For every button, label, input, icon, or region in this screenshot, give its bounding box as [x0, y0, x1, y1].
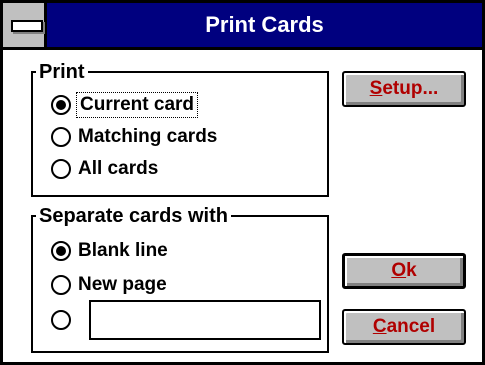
- setup-label: etup...: [382, 78, 439, 99]
- radio-blank-line[interactable]: Blank line: [51, 237, 168, 265]
- setup-button[interactable]: Setup...: [342, 71, 466, 107]
- ok-label: k: [406, 260, 417, 281]
- ok-mnemonic: O: [391, 260, 407, 281]
- print-group-legend: Print: [36, 61, 88, 83]
- radio-label: Matching cards: [78, 126, 218, 147]
- cancel-mnemonic: C: [372, 316, 387, 337]
- radio-icon: [51, 310, 71, 330]
- system-menu-bar-glyph: [11, 20, 43, 32]
- radio-label: Current card: [75, 92, 199, 118]
- radio-current-card[interactable]: Current card: [51, 91, 199, 119]
- separate-group-legend: Separate cards with: [36, 205, 231, 227]
- radio-label: New page: [78, 274, 167, 295]
- radio-icon: [51, 95, 71, 115]
- cancel-button[interactable]: Cancel: [342, 309, 466, 345]
- radio-icon: [51, 127, 71, 147]
- radio-icon: [51, 275, 71, 295]
- radio-custom-separator[interactable]: [51, 306, 78, 334]
- radio-icon: [51, 241, 71, 261]
- title-bar[interactable]: Print Cards: [3, 3, 482, 50]
- setup-mnemonic: S: [369, 78, 383, 99]
- system-menu-icon[interactable]: [3, 3, 47, 47]
- dialog-title: Print Cards: [205, 12, 324, 37]
- radio-new-page[interactable]: New page: [51, 271, 167, 299]
- custom-separator-input[interactable]: [89, 300, 321, 340]
- print-cards-dialog: Print Cards Print Current card Matching …: [0, 0, 485, 365]
- radio-label: Blank line: [78, 240, 168, 261]
- cancel-label: ancel: [386, 316, 436, 337]
- radio-label: All cards: [78, 158, 159, 179]
- radio-all-cards[interactable]: All cards: [51, 155, 158, 183]
- ok-button[interactable]: Ok: [342, 253, 466, 289]
- radio-icon: [51, 159, 71, 179]
- radio-matching-cards[interactable]: Matching cards: [51, 123, 217, 151]
